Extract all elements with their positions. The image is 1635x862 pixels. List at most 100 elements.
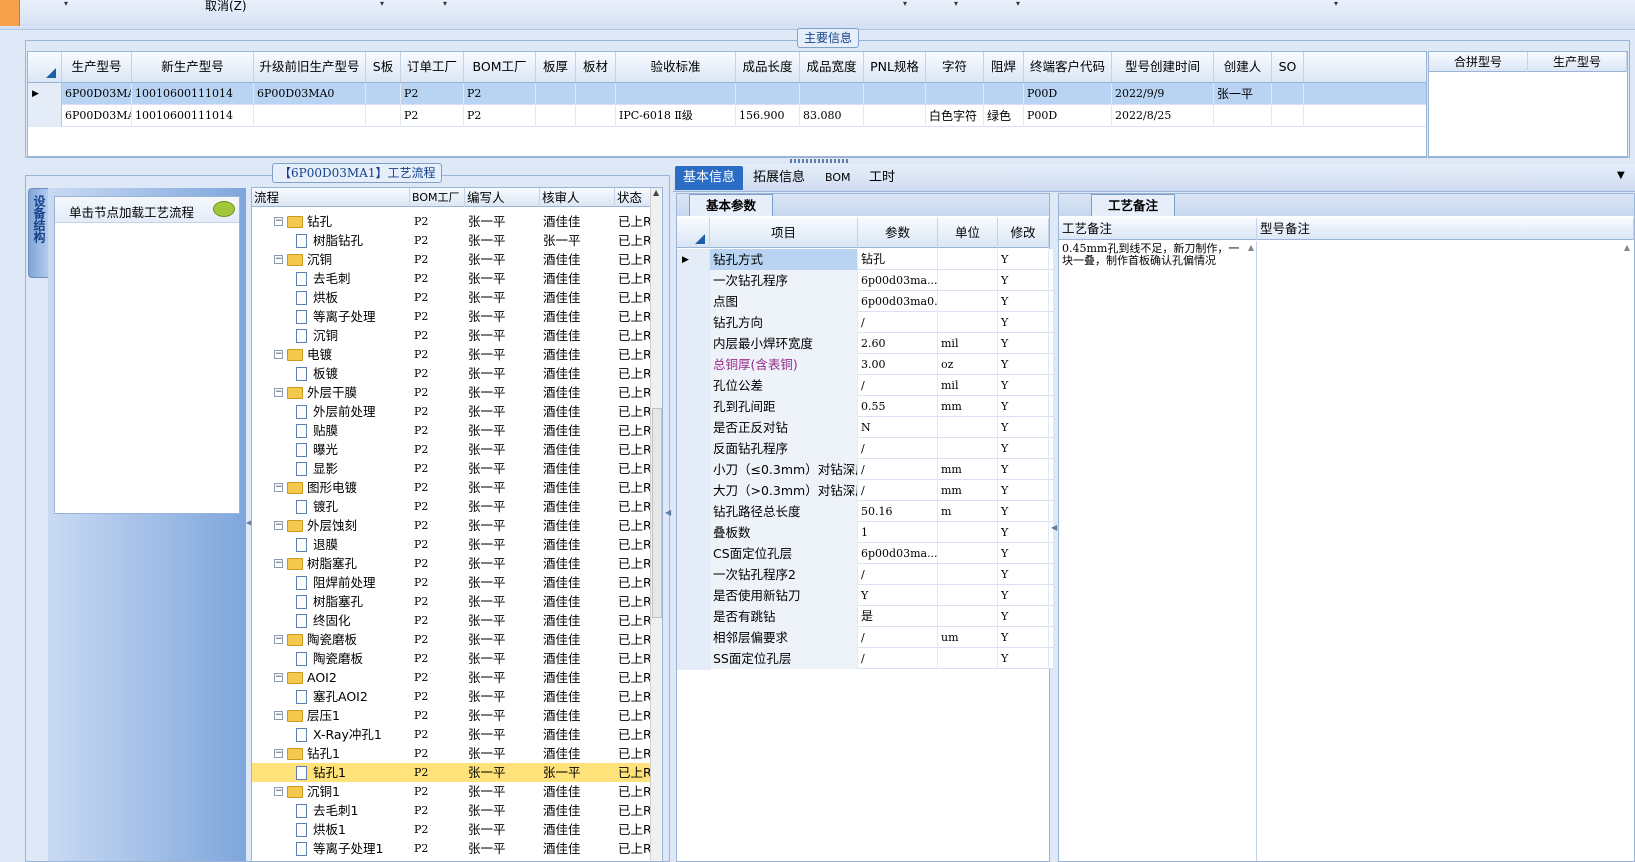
tree-cell-bom[interactable]: P2 bbox=[414, 573, 464, 592]
param-row[interactable]: 相邻层偏要求 / um Y bbox=[677, 627, 1053, 649]
param-row[interactable]: ▶ 钻孔方式 钻孔 Y bbox=[677, 249, 1053, 271]
param-mod[interactable]: Y bbox=[998, 312, 1049, 333]
table-cell[interactable] bbox=[616, 83, 736, 105]
tree-cell-writer[interactable]: 张一平 bbox=[468, 554, 538, 573]
tree-cell-status[interactable]: 已上R bbox=[618, 250, 652, 269]
table-cell[interactable] bbox=[536, 105, 576, 127]
tree-cell-writer[interactable]: 张一平 bbox=[468, 782, 538, 801]
param-unit[interactable] bbox=[938, 585, 998, 606]
param-mod[interactable]: Y bbox=[998, 480, 1049, 501]
tree-node[interactable]: 树脂塞孔 bbox=[252, 592, 410, 611]
table-cell[interactable]: IPC-6018 Ⅱ级 bbox=[616, 105, 736, 127]
tree-row[interactable]: 等离子处理 P2 张一平 酒佳佳 已上R bbox=[252, 307, 652, 326]
tab-bom[interactable]: BOM bbox=[817, 166, 859, 190]
tree-cell-bom[interactable]: P2 bbox=[414, 668, 464, 687]
param-mod[interactable]: Y bbox=[998, 249, 1049, 270]
tree-cell-reviewer[interactable]: 酒佳佳 bbox=[543, 801, 613, 820]
table-cell[interactable]: 10010600111014 bbox=[132, 83, 254, 105]
param-mod[interactable]: Y bbox=[998, 648, 1049, 669]
column-header[interactable]: 单位 bbox=[938, 218, 998, 248]
tree-cell-reviewer[interactable]: 酒佳佳 bbox=[543, 345, 613, 364]
column-header[interactable]: 项目 bbox=[710, 218, 858, 248]
collapse-toggle-icon[interactable]: − bbox=[274, 483, 283, 492]
tree-cell-writer[interactable]: 张一平 bbox=[468, 573, 538, 592]
param-row[interactable]: 孔到孔间距 0.55 mm Y bbox=[677, 396, 1053, 418]
tree-row[interactable]: 树脂塞孔 P2 张一平 酒佳佳 已上R bbox=[252, 592, 652, 611]
tree-cell-bom[interactable]: P2 bbox=[414, 782, 464, 801]
tree-node[interactable]: − 外层干膜 bbox=[252, 383, 410, 402]
table-cell[interactable]: 6P00D03MA1 bbox=[62, 83, 132, 105]
param-mod[interactable]: Y bbox=[998, 270, 1049, 291]
tree-node[interactable]: − 电镀 bbox=[252, 345, 410, 364]
tree-row[interactable]: − 陶瓷磨板 P2 张一平 酒佳佳 已上R bbox=[252, 630, 652, 649]
param-unit[interactable]: mm bbox=[938, 480, 998, 501]
column-header[interactable]: 型号创建时间 bbox=[1112, 52, 1214, 82]
table-cell[interactable]: 白色字符 bbox=[926, 105, 984, 127]
tree-cell-reviewer[interactable]: 酒佳佳 bbox=[543, 402, 613, 421]
param-mod[interactable]: Y bbox=[998, 501, 1049, 522]
dropdown-arrow-icon[interactable]: ▾ bbox=[443, 0, 447, 8]
column-header[interactable]: S板 bbox=[366, 52, 401, 82]
param-row[interactable]: 大刀（>0.3mm）对钻深度 / mm Y bbox=[677, 480, 1053, 502]
tree-cell-bom[interactable]: P2 bbox=[414, 212, 464, 231]
tree-row[interactable]: 板镀 P2 张一平 酒佳佳 已上R bbox=[252, 364, 652, 383]
tree-node[interactable]: 钻孔1 bbox=[252, 763, 410, 782]
tree-cell-writer[interactable]: 张一平 bbox=[468, 497, 538, 516]
tree-cell-status[interactable]: 已上R bbox=[618, 383, 652, 402]
tree-row[interactable]: − 钻孔1 P2 张一平 酒佳佳 已上R bbox=[252, 744, 652, 763]
dropdown-arrow-icon[interactable]: ▾ bbox=[64, 0, 68, 8]
table-cell[interactable] bbox=[864, 83, 926, 105]
column-header[interactable]: BOM工厂 bbox=[410, 188, 465, 207]
tab-work-hours[interactable]: 工时 bbox=[861, 166, 903, 190]
table-cell[interactable] bbox=[800, 83, 864, 105]
scroll-up-icon[interactable]: ▲ bbox=[1624, 243, 1630, 252]
tree-cell-status[interactable]: 已上R bbox=[618, 763, 652, 782]
table-cell[interactable] bbox=[1272, 83, 1304, 105]
param-value[interactable]: 钻孔 bbox=[858, 249, 938, 270]
tree-cell-status[interactable]: 已上R bbox=[618, 744, 652, 763]
tree-cell-bom[interactable]: P2 bbox=[414, 326, 464, 345]
tree-row[interactable]: − AOI2 P2 张一平 酒佳佳 已上R bbox=[252, 668, 652, 687]
tree-cell-bom[interactable]: P2 bbox=[414, 440, 464, 459]
column-header[interactable]: 状态 bbox=[615, 188, 652, 207]
tree-cell-writer[interactable]: 张一平 bbox=[468, 801, 538, 820]
param-value[interactable]: 6p00d03ma0.d bbox=[858, 291, 938, 312]
tree-node[interactable]: 贴膜 bbox=[252, 421, 410, 440]
dropdown-arrow-icon[interactable]: ▾ bbox=[380, 0, 384, 8]
tree-node[interactable]: 去毛刺 bbox=[252, 269, 410, 288]
tree-cell-writer[interactable]: 张一平 bbox=[468, 744, 538, 763]
tree-cell-reviewer[interactable]: 酒佳佳 bbox=[543, 383, 613, 402]
collapse-toggle-icon[interactable]: − bbox=[274, 673, 283, 682]
tree-cell-reviewer[interactable]: 酒佳佳 bbox=[543, 744, 613, 763]
param-value[interactable]: 是 bbox=[858, 606, 938, 627]
tree-cell-bom[interactable]: P2 bbox=[414, 801, 464, 820]
tree-row[interactable]: 曝光 P2 张一平 酒佳佳 已上R bbox=[252, 440, 652, 459]
tree-cell-reviewer[interactable]: 酒佳佳 bbox=[543, 497, 613, 516]
param-unit[interactable] bbox=[938, 312, 998, 333]
tree-row[interactable]: − 电镀 P2 张一平 酒佳佳 已上R bbox=[252, 345, 652, 364]
tree-cell-writer[interactable]: 张一平 bbox=[468, 250, 538, 269]
param-unit[interactable]: mm bbox=[938, 396, 998, 417]
collapse-toggle-icon[interactable]: − bbox=[274, 559, 283, 568]
tree-cell-writer[interactable]: 张一平 bbox=[468, 231, 538, 250]
collapse-toggle-icon[interactable]: − bbox=[274, 217, 283, 226]
table-cell[interactable]: P2 bbox=[464, 83, 536, 105]
tree-node[interactable]: − 陶瓷磨板 bbox=[252, 630, 410, 649]
collapse-arrow-icon[interactable]: ◀ bbox=[665, 508, 671, 517]
tree-cell-status[interactable]: 已上R bbox=[618, 554, 652, 573]
tree-cell-status[interactable]: 已上R bbox=[618, 269, 652, 288]
tree-cell-writer[interactable]: 张一平 bbox=[468, 706, 538, 725]
column-header[interactable]: 新生产型号 bbox=[132, 52, 254, 82]
column-header[interactable]: 型号备注 bbox=[1257, 218, 1634, 240]
table-cell[interactable]: 张一平 bbox=[1214, 83, 1272, 105]
tree-cell-bom[interactable]: P2 bbox=[414, 421, 464, 440]
tree-cell-writer[interactable]: 张一平 bbox=[468, 364, 538, 383]
collapse-toggle-icon[interactable]: − bbox=[274, 521, 283, 530]
table-cell[interactable] bbox=[254, 105, 366, 127]
tree-cell-reviewer[interactable]: 酒佳佳 bbox=[543, 630, 613, 649]
table-cell[interactable]: 2022/8/25 bbox=[1112, 105, 1214, 127]
tree-cell-bom[interactable]: P2 bbox=[414, 459, 464, 478]
table-cell[interactable]: P00D bbox=[1024, 83, 1112, 105]
tree-cell-status[interactable]: 已上R bbox=[618, 231, 652, 250]
param-mod[interactable]: Y bbox=[998, 606, 1049, 627]
